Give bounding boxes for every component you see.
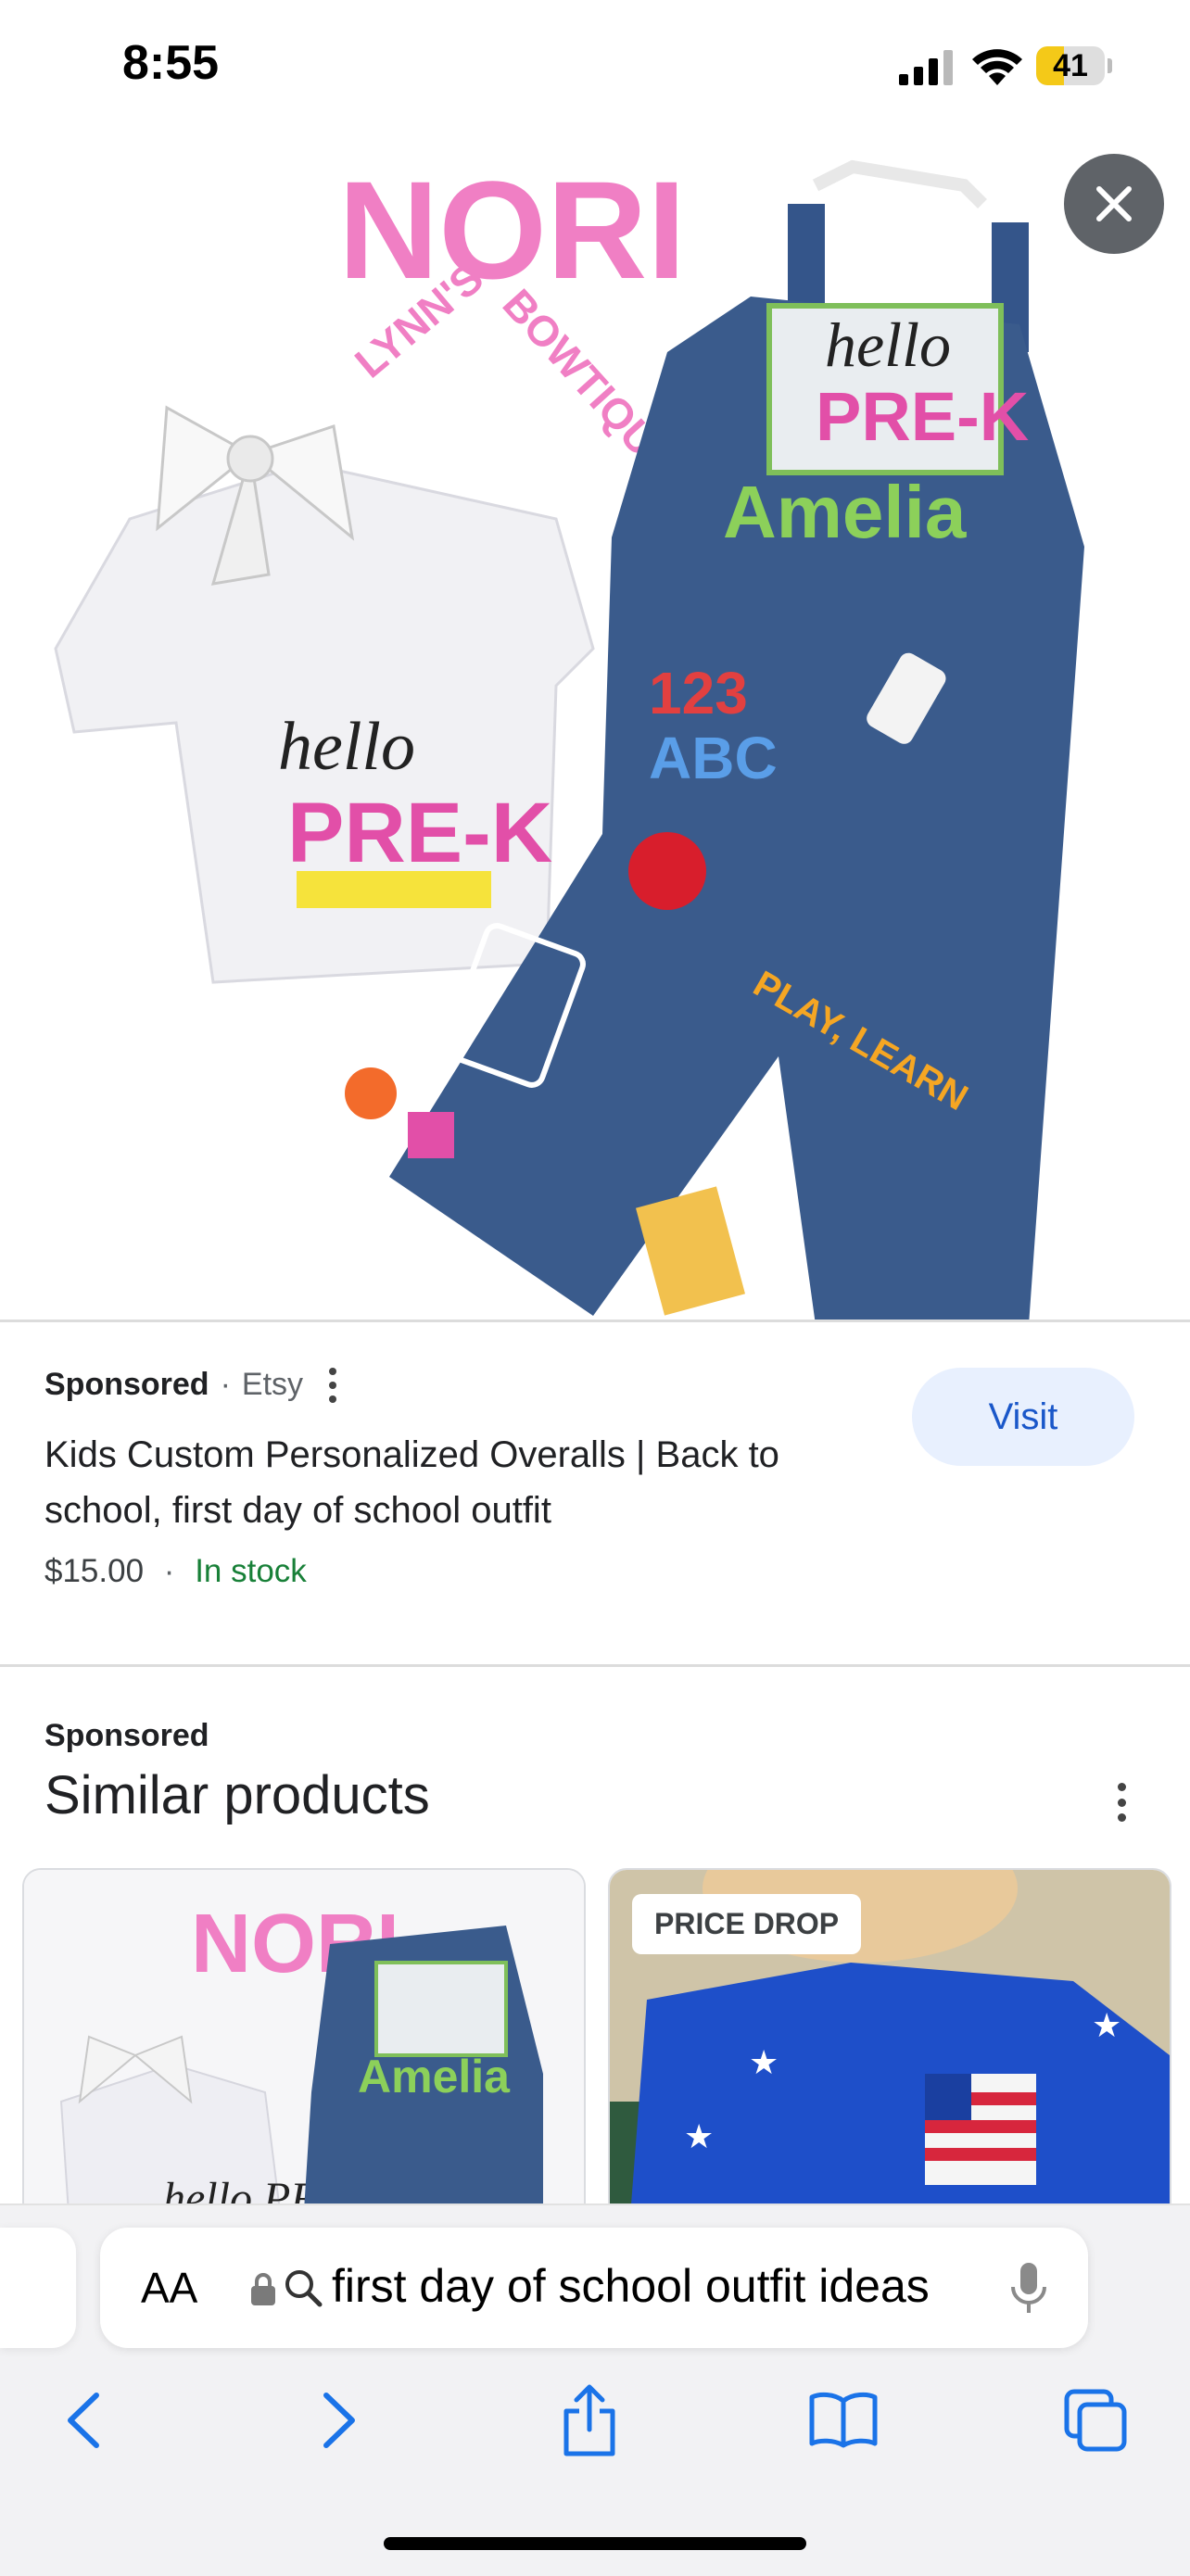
similar-options-icon[interactable]	[1118, 1783, 1126, 1822]
ad-options-icon[interactable]	[329, 1367, 337, 1403]
share-button[interactable]	[554, 2383, 625, 2457]
similar-product-image: NORI hello PRE-K Amelia	[24, 1870, 584, 2241]
status-time: 8:55	[122, 36, 220, 90]
close-button[interactable]	[1064, 154, 1164, 254]
svg-text:123: 123	[649, 660, 748, 726]
svg-text:★: ★	[749, 2043, 779, 2081]
product-meta: Sponsored · Etsy	[44, 1367, 337, 1403]
price-separator: ·	[163, 1553, 175, 1589]
product-image[interactable]: NORI LYNN'S BOWTIQUE hello PRE-K hello P…	[0, 130, 1190, 1320]
price-line: $15.00 · In stock	[44, 1553, 307, 1590]
microphone-icon[interactable]	[1008, 2261, 1049, 2317]
forward-icon	[323, 2393, 355, 2448]
similar-product-card[interactable]: NORI hello PRE-K Amelia	[22, 1868, 586, 2242]
visit-button[interactable]: Visit	[912, 1368, 1134, 1466]
shirt-prek-text: PRE-K	[287, 786, 552, 880]
back-icon	[68, 2393, 99, 2448]
battery-icon: 41	[1036, 46, 1112, 85]
back-button[interactable]	[56, 2383, 111, 2457]
similar-products-title: Similar products	[44, 1765, 430, 1825]
product-title[interactable]: Kids Custom Personalized Overalls | Back…	[44, 1427, 897, 1538]
apple-patch	[628, 832, 706, 910]
bookmarks-icon	[809, 2392, 878, 2448]
svg-text:ABC: ABC	[649, 725, 778, 791]
overalls-hello-text: hello	[825, 309, 951, 380]
svg-text:★: ★	[1092, 2006, 1121, 2044]
card-name-text: Amelia	[358, 2051, 511, 2102]
overalls-name-text: Amelia	[723, 471, 967, 553]
svg-text:★: ★	[684, 2117, 714, 2155]
tshirt: hello PRE-K	[54, 461, 595, 984]
wifi-icon	[972, 49, 1022, 85]
home-indicator[interactable]	[384, 2537, 806, 2550]
shirt-hello-text: hello	[278, 709, 415, 785]
tabs-icon	[1064, 2389, 1127, 2452]
bookmarks-button[interactable]	[806, 2383, 880, 2457]
similar-sponsored-label: Sponsored	[44, 1718, 209, 1753]
divider	[0, 1320, 1190, 1322]
merchant-name: Etsy	[241, 1367, 304, 1402]
sponsored-label: Sponsored	[44, 1367, 209, 1402]
stock-status: In stock	[195, 1553, 307, 1589]
product-illustration: NORI LYNN'S BOWTIQUE hello PRE-K hello P…	[54, 152, 1084, 1320]
tabs-button[interactable]	[1060, 2383, 1131, 2457]
previous-tab-preview[interactable]	[0, 2228, 76, 2348]
divider	[0, 1664, 1190, 1667]
forward-button[interactable]	[311, 2383, 367, 2457]
address-bar[interactable]: AA first day of school outfit ideas	[100, 2228, 1088, 2348]
close-icon	[1096, 186, 1132, 221]
similar-product-card[interactable]: ★ ★ ★ PRICE DROP	[608, 1868, 1171, 2242]
overalls-prek-text: PRE-K	[816, 378, 1029, 455]
product-price: $15.00	[44, 1553, 145, 1589]
price-drop-badge: PRICE DROP	[632, 1894, 862, 1954]
share-icon	[563, 2384, 615, 2456]
status-bar: 8:55 41	[0, 0, 1190, 130]
browser-toolbar: AA first day of school outfit ideas	[0, 2203, 1190, 2576]
bowtique-logo: NORI LYNN'S BOWTIQUE	[338, 152, 686, 486]
meta-separator: ·	[220, 1367, 231, 1402]
battery-percent: 41	[1053, 48, 1088, 83]
lock-icon	[251, 2273, 275, 2305]
logo-nori-text: NORI	[338, 152, 686, 308]
page-settings-button[interactable]: AA	[141, 2263, 197, 2313]
cellular-signal-icon	[899, 50, 953, 85]
search-query-text[interactable]: first day of school outfit ideas	[332, 2259, 1064, 2313]
search-icon	[285, 2270, 323, 2307]
